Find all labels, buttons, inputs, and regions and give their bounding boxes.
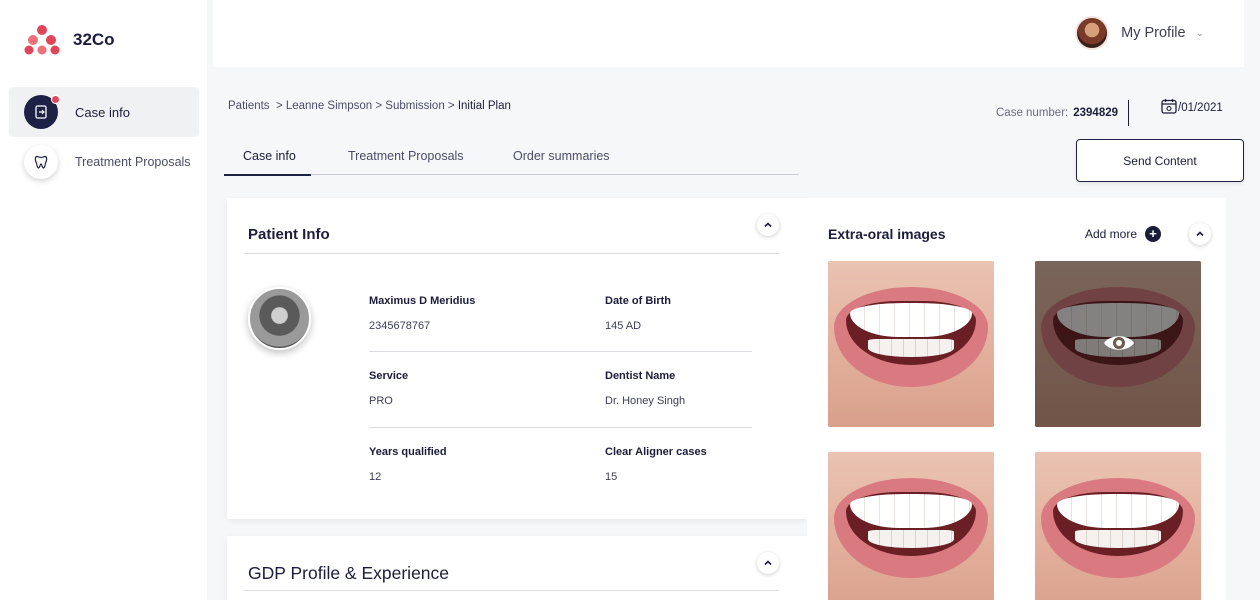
breadcrumb-current: Initial Plan [457, 100, 511, 112]
app-name: 32Co [73, 30, 115, 49]
logo-icon [24, 24, 60, 56]
years-qualified-value: 12 [369, 471, 382, 483]
calendar-icon [1160, 97, 1178, 118]
patient-id: 2345678767 [369, 320, 431, 332]
case-number-label: Case number: [996, 107, 1069, 119]
active-tab-indicator [224, 174, 311, 176]
tooth-icon [24, 145, 58, 179]
dentist-name-value: Dr. Honey Singh [605, 395, 686, 407]
case-number-value: 2394829 [1073, 107, 1119, 119]
clear-aligner-cases-value: 15 [605, 471, 618, 483]
logo[interactable]: 32Co [24, 24, 115, 56]
extra-oral-image-hovered[interactable] [1035, 261, 1201, 427]
patient-name: Maximus D Meridius [369, 295, 476, 307]
extra-oral-images-title: Extra-oral images [828, 226, 946, 242]
sidebar-item-treatment-proposals[interactable]: Treatment Proposals [9, 137, 199, 187]
gdp-profile-title: GDP Profile & Experience [248, 563, 450, 583]
patient-avatar [248, 287, 311, 350]
years-qualified-label: Years qualified [369, 446, 447, 458]
tab-case-info[interactable]: Case info [243, 149, 296, 163]
collapse-images-button[interactable] [1189, 223, 1211, 245]
top-bar: My Profile ⌄ [213, 0, 1244, 67]
tab-bar: Case info Treatment Proposals Order summ… [224, 140, 799, 176]
add-more-button[interactable]: Add more + [1085, 226, 1162, 242]
patient-info-card: Patient Info Maximus D Meridius 23456787… [227, 198, 807, 519]
divider [369, 427, 752, 428]
plus-icon: + [1145, 226, 1162, 242]
case-file-icon [24, 95, 60, 129]
gdp-profile-card: GDP Profile & Experience [227, 536, 807, 600]
chevron-up-icon [1196, 231, 1204, 237]
sidebar-item-label: Treatment Proposals [75, 155, 191, 169]
collapse-patient-info-button[interactable] [757, 214, 779, 236]
profile-menu[interactable]: My Profile ⌄ [1075, 16, 1204, 50]
breadcrumb: Patients > Leanne Simpson > Submission >… [228, 100, 511, 112]
avatar [1075, 16, 1110, 50]
case-date[interactable]: /01/2021 [1160, 97, 1223, 118]
service-label: Service [369, 370, 409, 382]
divider [1128, 100, 1130, 126]
chevron-up-icon [764, 222, 772, 228]
case-date-value: /01/2021 [1178, 101, 1223, 114]
eye-icon[interactable] [1102, 331, 1136, 355]
date-of-birth-value: 145 AD [605, 320, 642, 332]
sidebar-item-case-info[interactable]: Case info [9, 87, 199, 137]
profile-label: My Profile [1121, 25, 1186, 41]
patient-info-title: Patient Info [248, 226, 330, 243]
divider [244, 590, 779, 591]
dentist-name-label: Dentist Name [605, 370, 676, 382]
divider [369, 351, 752, 352]
extra-oral-image[interactable] [828, 261, 994, 427]
clear-aligner-cases-label: Clear Aligner cases [605, 446, 707, 458]
service-value: PRO [369, 395, 393, 407]
extra-oral-image[interactable] [828, 452, 994, 600]
extra-oral-image[interactable] [1035, 452, 1201, 600]
add-more-label: Add more [1085, 227, 1138, 241]
tab-treatment-proposals[interactable]: Treatment Proposals [348, 149, 464, 163]
collapse-gdp-profile-button[interactable] [757, 552, 779, 574]
case-number: Case number: 2394829 [996, 100, 1130, 126]
send-content-button[interactable]: Send Content [1076, 139, 1244, 182]
sidebar: 32Co Case info Treatment Proposals [0, 0, 207, 600]
divider [244, 253, 779, 254]
notification-dot [51, 95, 60, 104]
breadcrumb-path[interactable]: Patients > Leanne Simpson > Submission > [228, 100, 458, 112]
chevron-up-icon [764, 560, 772, 566]
chevron-down-icon: ⌄ [1195, 27, 1204, 39]
tab-order-summaries[interactable]: Order summaries [513, 149, 610, 163]
date-of-birth-label: Date of Birth [605, 295, 671, 307]
sidebar-item-label: Case info [75, 104, 130, 120]
